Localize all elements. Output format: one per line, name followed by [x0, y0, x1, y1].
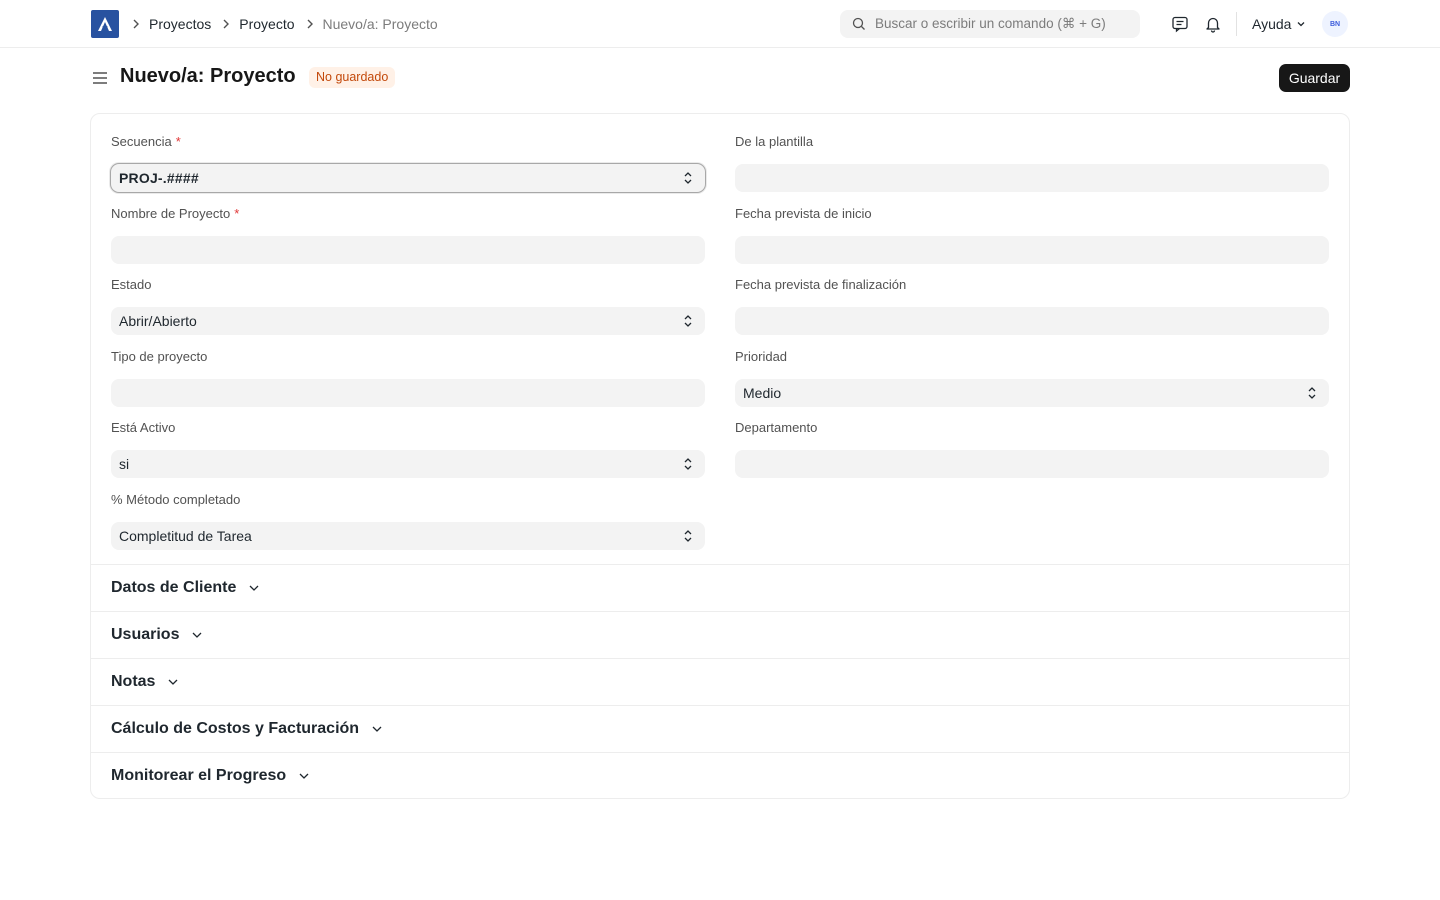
- search-placeholder: Buscar o escribir un comando (⌘ + G): [875, 16, 1106, 31]
- section-title: Monitorear el Progreso: [111, 767, 287, 784]
- chevron-right-icon: [222, 17, 230, 32]
- breadcrumb-current: Nuevo/a: Proyecto: [322, 16, 438, 32]
- section-datos-cliente[interactable]: Datos de Cliente: [91, 564, 1349, 611]
- status-badge: No guardado: [309, 67, 396, 88]
- plantilla-input[interactable]: [735, 164, 1329, 192]
- breadcrumb-proyecto[interactable]: Proyecto: [239, 16, 294, 32]
- chevron-down-icon: [299, 773, 309, 779]
- field-label: Departamento: [735, 420, 818, 435]
- field-label: Secuencia: [111, 134, 172, 149]
- breadcrumb: Proyectos Proyecto Nuevo/a: Proyecto: [132, 0, 449, 48]
- chevron-down-icon: [193, 632, 202, 638]
- secuencia-select[interactable]: PROJ-.####: [111, 164, 705, 192]
- nombre-proyecto-input[interactable]: [111, 236, 705, 264]
- page-title: Nuevo/a: Proyecto: [120, 65, 296, 87]
- chevron-right-icon: [306, 17, 314, 32]
- select-value: si: [119, 456, 130, 472]
- section-title: Datos de Cliente: [111, 579, 237, 596]
- required-marker: *: [175, 134, 181, 149]
- select-arrows-icon: [684, 530, 692, 542]
- departamento-input[interactable]: [735, 450, 1329, 478]
- help-label: Ayuda: [1252, 16, 1292, 32]
- page-header: Nuevo/a: Proyecto No guardado Guardar: [0, 48, 1440, 108]
- section-title: Notas: [111, 673, 156, 690]
- form-card: Secuencia * PROJ-.#### Nombre de Proyecto…: [90, 113, 1350, 799]
- select-value: Medio: [743, 385, 782, 401]
- tipo-proyecto-input[interactable]: [111, 379, 705, 407]
- section-usuarios[interactable]: Usuarios: [91, 611, 1349, 658]
- select-value: Abrir/Abierto: [119, 313, 197, 329]
- fecha-finalizacion-input[interactable]: [735, 307, 1329, 335]
- field-label: Nombre de Proyecto: [111, 206, 231, 221]
- field-label: % Método completado: [111, 492, 241, 507]
- field-label: Fecha prevista de inicio: [735, 206, 872, 221]
- chevron-down-icon: [249, 585, 259, 591]
- avatar-initials: BN: [1329, 20, 1341, 28]
- logo-icon: [98, 17, 112, 31]
- field-label: De la plantilla: [735, 134, 814, 149]
- select-arrows-icon: [684, 315, 692, 327]
- select-arrows-icon: [684, 172, 692, 184]
- field-label: Prioridad: [735, 349, 788, 364]
- search-bar[interactable]: Buscar o escribir un comando (⌘ + G): [840, 10, 1140, 38]
- save-button[interactable]: Guardar: [1279, 64, 1350, 92]
- navbar: Proyectos Proyecto Nuevo/a: Proyecto Bus…: [0, 0, 1440, 48]
- esta-activo-select[interactable]: si: [111, 450, 705, 478]
- avatar[interactable]: BN: [1322, 11, 1348, 37]
- bell-icon[interactable]: [1203, 14, 1223, 34]
- navbar-divider: [1236, 12, 1237, 36]
- fecha-inicio-input[interactable]: [735, 236, 1329, 264]
- chevron-down-icon: [168, 679, 178, 685]
- select-arrows-icon: [1308, 387, 1316, 399]
- select-value: Completitud de Tarea: [119, 528, 252, 544]
- section-monitorear-progreso[interactable]: Monitorear el Progreso: [91, 752, 1349, 799]
- app-logo[interactable]: [91, 10, 119, 38]
- select-arrows-icon: [684, 458, 692, 470]
- required-marker: *: [234, 206, 240, 221]
- search-icon: [852, 17, 865, 30]
- field-label: Fecha prevista de finalización: [735, 277, 907, 292]
- section-title: Usuarios: [111, 626, 180, 643]
- estado-select[interactable]: Abrir/Abierto: [111, 307, 705, 335]
- prioridad-select[interactable]: Medio: [735, 379, 1329, 407]
- help-dropdown[interactable]: Ayuda: [1252, 0, 1306, 48]
- breadcrumb-proyectos[interactable]: Proyectos: [149, 16, 211, 32]
- field-label: Está Activo: [111, 420, 176, 435]
- chevron-down-icon: [372, 726, 382, 732]
- chevron-down-icon: [1297, 22, 1305, 27]
- metodo-completado-select[interactable]: Completitud de Tarea: [111, 522, 705, 550]
- section-title: Cálculo de Costos y Facturación: [111, 720, 360, 737]
- select-value: PROJ-.####: [119, 170, 199, 186]
- field-label: Estado: [111, 277, 152, 292]
- chevron-right-icon: [132, 17, 140, 32]
- menu-icon[interactable]: [91, 69, 109, 87]
- section-costos-facturacion[interactable]: Cálculo de Costos y Facturación: [91, 705, 1349, 752]
- chat-icon[interactable]: [1170, 14, 1190, 34]
- field-label: Tipo de proyecto: [111, 349, 208, 364]
- section-notas[interactable]: Notas: [91, 658, 1349, 705]
